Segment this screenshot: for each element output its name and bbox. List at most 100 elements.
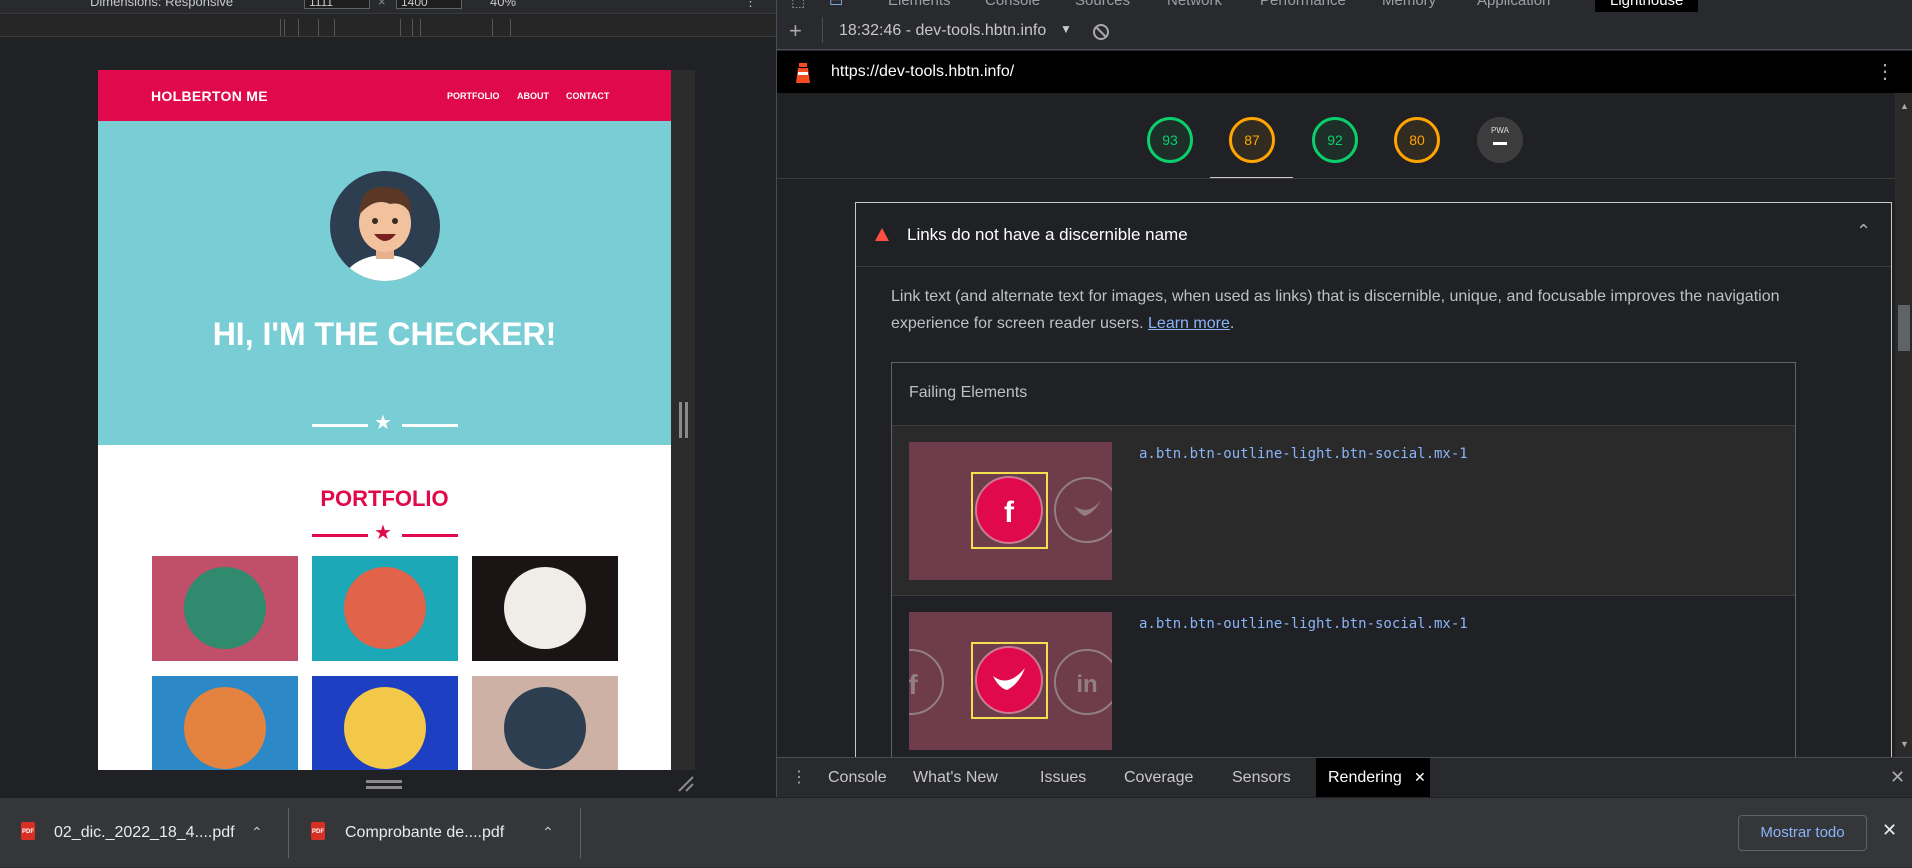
collapse-chevron-icon[interactable]: ⌃: [1856, 221, 1871, 242]
pwa-badge[interactable]: PWA: [1477, 117, 1523, 163]
ruler-tick: [334, 19, 335, 36]
tab-performance[interactable]: Performance: [1260, 0, 1346, 9]
clear-icon[interactable]: [1092, 23, 1110, 41]
scroll-down-icon[interactable]: ▼: [1900, 739, 1909, 749]
element-screenshot: f: [909, 442, 1112, 580]
portfolio-title: PORTFOLIO: [320, 486, 449, 511]
ruler-tick: [280, 19, 281, 36]
nav-link-contact[interactable]: CONTACT: [566, 91, 609, 101]
portfolio-item[interactable]: [152, 676, 298, 770]
gauge-divider: [777, 178, 1895, 179]
resize-corner-icon[interactable]: [675, 773, 695, 793]
ruler-tick: [510, 19, 511, 36]
device-toolbar: Dimensions: Responsive 1111 × 1400 40% ⋮: [0, 0, 776, 14]
drawer-tab-coverage[interactable]: Coverage: [1124, 758, 1193, 797]
ruler-tick: [400, 19, 401, 36]
drawer-tab-whats-new[interactable]: What's New: [913, 758, 998, 797]
ruler-tick: [318, 19, 319, 36]
failing-element-row[interactable]: f in a.btn.btn-outline-light.btn-social.…: [892, 595, 1795, 757]
tab-sources[interactable]: Sources: [1075, 0, 1130, 9]
learn-more-link[interactable]: Learn more: [1148, 315, 1230, 332]
accessibility-score[interactable]: 87: [1229, 117, 1275, 163]
close-tab-icon[interactable]: ✕: [1414, 758, 1426, 797]
devtools-drawer: ⋮ Console What's New Issues Coverage Sen…: [777, 757, 1912, 797]
lighthouse-toolbar: + 18:32:46 - dev-tools.hbtn.info ▼: [777, 13, 1912, 50]
drawer-tab-issues[interactable]: Issues: [1040, 758, 1086, 797]
portfolio-item[interactable]: [312, 676, 458, 770]
divider-line: [402, 424, 458, 427]
new-report-icon[interactable]: +: [789, 18, 802, 44]
scrollbar-thumb[interactable]: [1898, 305, 1910, 351]
svg-text:in: in: [1076, 671, 1097, 698]
failing-elements-header: Failing Elements: [909, 384, 1028, 401]
download-item[interactable]: Comprobante de....pdf ⌃: [289, 798, 580, 868]
ruler-tick: [420, 19, 421, 36]
ruler-tick: [412, 19, 413, 36]
inspect-icon[interactable]: ⬚: [791, 0, 805, 10]
tab-elements[interactable]: Elements: [888, 0, 951, 9]
show-all-button[interactable]: Mostrar todo: [1738, 815, 1867, 851]
nav-link-about[interactable]: ABOUT: [517, 91, 549, 101]
report-url[interactable]: https://dev-tools.hbtn.info/: [831, 63, 1014, 81]
tab-console[interactable]: Console: [985, 0, 1040, 9]
seo-score[interactable]: 80: [1394, 117, 1440, 163]
resize-handle-right[interactable]: [679, 402, 688, 438]
drawer-tab-rendering[interactable]: Rendering ✕: [1316, 758, 1430, 797]
avatar: [330, 171, 440, 281]
performance-score[interactable]: 93: [1147, 117, 1193, 163]
report-selector[interactable]: 18:32:46 - dev-tools.hbtn.info: [839, 22, 1046, 40]
pwa-dash: [1493, 142, 1507, 145]
report-menu-icon[interactable]: ⋮: [1875, 59, 1895, 84]
report-scrollbar[interactable]: ▲ ▼: [1895, 93, 1912, 757]
download-filename: Comprobante de....pdf: [345, 824, 505, 841]
portfolio-item[interactable]: [472, 556, 618, 661]
drawer-tab-console[interactable]: Console: [828, 758, 887, 797]
audit-header[interactable]: Links do not have a discernible name ⌃: [856, 203, 1891, 267]
more-options-icon[interactable]: ⋮: [744, 0, 757, 10]
tab-lighthouse[interactable]: Lighthouse: [1595, 0, 1699, 12]
device-toggle-icon[interactable]: ▭: [829, 0, 843, 10]
scroll-up-icon[interactable]: ▲: [1900, 101, 1909, 111]
element-selector[interactable]: a.btn.btn-outline-light.btn-social.mx-1: [1139, 446, 1468, 462]
height-input[interactable]: 1400: [396, 0, 462, 9]
dimensions-select[interactable]: Dimensions: Responsive: [90, 0, 233, 9]
portfolio-item[interactable]: [472, 676, 618, 770]
failing-element-row[interactable]: f a.btn.btn-outline-light.btn-social.mx-…: [892, 425, 1795, 595]
drawer-tab-sensors[interactable]: Sensors: [1232, 758, 1291, 797]
tab-application[interactable]: Application: [1477, 0, 1550, 9]
width-input[interactable]: 1111: [304, 0, 370, 9]
star-icon: ★: [374, 522, 392, 544]
audit-title: Links do not have a discernible name: [907, 225, 1188, 244]
facebook-icon: f: [971, 472, 1112, 549]
chevron-up-icon[interactable]: ⌃: [251, 824, 263, 841]
audit-description: Link text (and alternate text for images…: [891, 288, 1780, 332]
safe-icon: [344, 687, 426, 769]
circus-tent-icon: [504, 567, 586, 649]
element-selector[interactable]: a.btn.btn-outline-light.btn-social.mx-1: [1139, 616, 1468, 632]
ruler-tick: [298, 19, 299, 36]
failing-elements-table: Failing Elements f a.btn.btn-outline-lig…: [891, 362, 1796, 757]
best-practices-score[interactable]: 92: [1312, 117, 1358, 163]
zoom-select[interactable]: 40%: [490, 0, 516, 9]
media-query-ruler[interactable]: [0, 15, 776, 37]
download-item[interactable]: 02_dic._2022_18_4....pdf ⌃: [0, 798, 288, 868]
gamepad-icon: [184, 687, 266, 769]
emulated-viewport[interactable]: HOLBERTON ME PORTFOLIO ABOUT CONTACT HI,…: [98, 70, 671, 770]
close-drawer-icon[interactable]: ✕: [1890, 758, 1905, 797]
element-screenshot: f in: [909, 612, 1112, 750]
pdf-file-icon: [21, 822, 35, 840]
site-brand[interactable]: HOLBERTON ME: [151, 88, 268, 104]
lighthouse-logo-icon: [796, 63, 810, 83]
tab-memory[interactable]: Memory: [1382, 0, 1436, 9]
drawer-menu-icon[interactable]: ⋮: [791, 758, 807, 797]
tab-network[interactable]: Network: [1167, 0, 1222, 9]
resize-handle-bottom[interactable]: [366, 780, 402, 789]
dropdown-caret-icon[interactable]: ▼: [1060, 22, 1072, 36]
chevron-up-icon[interactable]: ⌃: [542, 824, 554, 841]
download-filename: 02_dic._2022_18_4....pdf: [54, 824, 235, 841]
portfolio-item[interactable]: [152, 556, 298, 661]
close-shelf-icon[interactable]: ✕: [1882, 820, 1897, 841]
divider-line: [402, 534, 458, 537]
nav-link-portfolio[interactable]: PORTFOLIO: [447, 91, 500, 101]
portfolio-item[interactable]: [312, 556, 458, 661]
